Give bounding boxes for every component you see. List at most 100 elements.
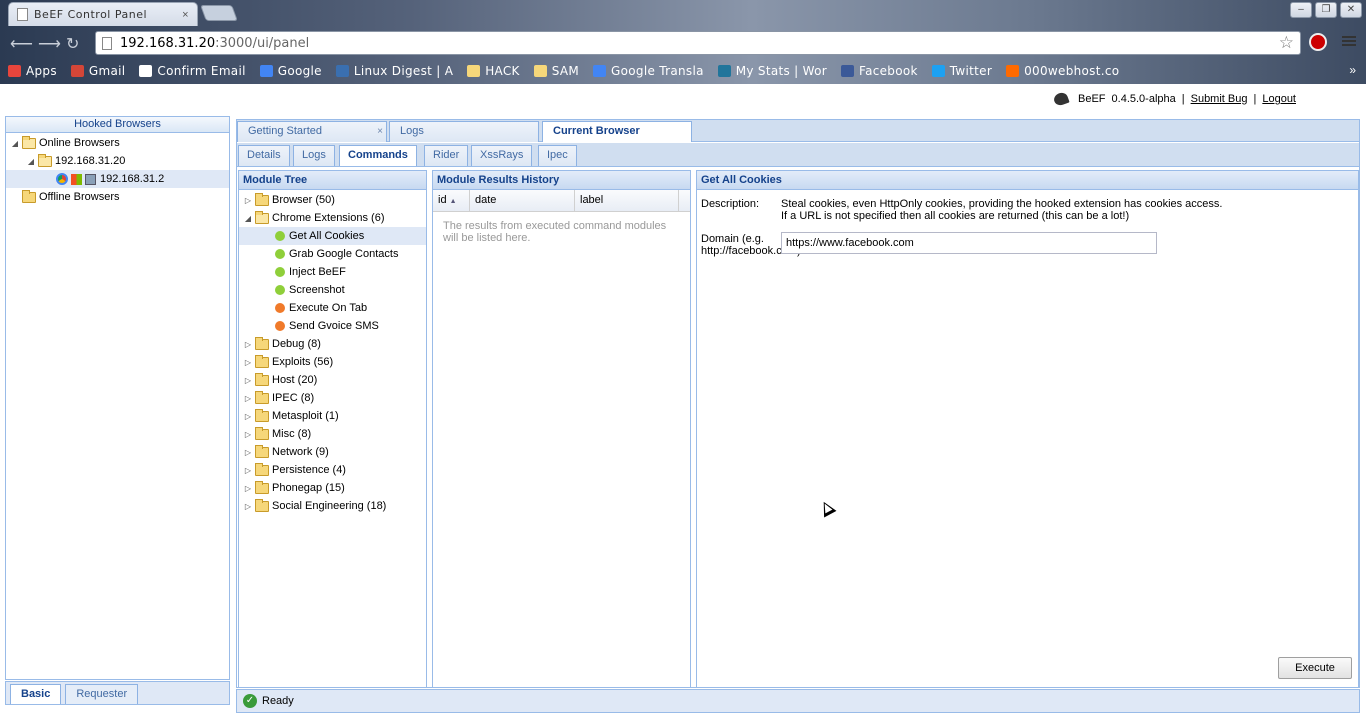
collapsed-arrow-icon[interactable]: ▷: [243, 376, 253, 385]
module-label: Screenshot: [289, 284, 345, 296]
tree-node-category[interactable]: ▷ Debug (8): [239, 335, 426, 353]
reload-icon[interactable]: ↻: [66, 34, 79, 54]
collapsed-arrow-icon[interactable]: ▷: [243, 340, 253, 349]
tab-logs[interactable]: Logs: [293, 145, 335, 166]
expanded-arrow-icon[interactable]: ◢: [243, 214, 253, 223]
module-item[interactable]: Inject BeEF: [239, 263, 426, 281]
module-item[interactable]: Grab Google Contacts: [239, 245, 426, 263]
bookmark-icon: [717, 65, 731, 77]
node-label: Misc (8): [272, 428, 312, 440]
forward-arrow-icon[interactable]: ⟶: [38, 34, 61, 54]
empty-results-text: The results from executed command module…: [443, 220, 667, 244]
domain-input[interactable]: [781, 232, 1157, 254]
tree-node-category[interactable]: ▷ Host (20): [239, 371, 426, 389]
node-label: Host (20): [272, 374, 318, 386]
execute-button[interactable]: Execute: [1278, 657, 1352, 679]
tree-node-category[interactable]: ▷ Exploits (56): [239, 353, 426, 371]
bookmark-item[interactable]: Confirm Email: [139, 64, 245, 78]
node-label: IPEC (8): [272, 392, 315, 404]
tab-details[interactable]: Details: [238, 145, 290, 166]
bookmark-icon: [8, 65, 21, 77]
collapsed-arrow-icon[interactable]: ▷: [243, 448, 253, 457]
tab-basic[interactable]: Basic: [10, 684, 62, 704]
close-window-button[interactable]: ✕: [1340, 2, 1362, 18]
module-item[interactable]: Execute On Tab: [239, 299, 426, 317]
tree-node-category[interactable]: ▷ Misc (8): [239, 425, 426, 443]
tab-ipec[interactable]: Ipec: [538, 145, 577, 166]
submit-bug-link[interactable]: Submit Bug: [1191, 93, 1248, 105]
tree-node-hooked-client[interactable]: 192.168.31.2: [6, 170, 229, 188]
expanded-arrow-icon[interactable]: ◢: [10, 139, 20, 148]
bookmark-item[interactable]: Google: [259, 64, 322, 78]
module-item[interactable]: Get All Cookies: [239, 227, 426, 245]
tree-node-category[interactable]: ▷ IPEC (8): [239, 389, 426, 407]
tab-getting-started[interactable]: Getting Started ×: [237, 121, 387, 142]
browser-tab[interactable]: BeEF Control Panel ×: [8, 2, 198, 26]
bookmark-item[interactable]: Facebook: [840, 64, 918, 78]
collapsed-arrow-icon[interactable]: ▷: [243, 466, 253, 475]
tab-logs[interactable]: Logs: [389, 121, 539, 142]
close-icon[interactable]: ×: [377, 122, 383, 141]
expanded-arrow-icon[interactable]: ◢: [26, 157, 36, 166]
tree-node-category[interactable]: ▷ Social Engineering (18): [239, 497, 426, 515]
bookmark-star-icon[interactable]: ☆: [1279, 33, 1294, 53]
more-bookmarks-icon[interactable]: »: [1349, 63, 1356, 77]
domain-row: Domain (e.g. http://facebook.com):: [701, 232, 1354, 257]
collapsed-arrow-icon[interactable]: ▷: [243, 196, 253, 205]
extension-icon[interactable]: [1309, 33, 1327, 51]
collapsed-arrow-icon[interactable]: ▷: [243, 430, 253, 439]
collapsed-arrow-icon[interactable]: ▷: [243, 394, 253, 403]
tab-requester[interactable]: Requester: [65, 684, 139, 704]
folder-open-icon: [255, 210, 269, 224]
column-date[interactable]: date: [470, 190, 575, 211]
module-label: Inject BeEF: [289, 266, 346, 278]
address-bar[interactable]: 192.168.31.20:3000/ui/panel ☆: [95, 31, 1301, 55]
new-tab-button[interactable]: [200, 5, 238, 21]
collapsed-arrow-icon[interactable]: ▷: [243, 358, 253, 367]
close-tab-icon[interactable]: ×: [182, 9, 189, 21]
minimize-button[interactable]: –: [1290, 2, 1312, 18]
tree-node-host[interactable]: ◢ 192.168.31.20: [6, 152, 229, 170]
collapsed-arrow-icon[interactable]: ▷: [243, 412, 253, 421]
bookmark-item[interactable]: Google Transla: [593, 64, 704, 78]
tree-node-category[interactable]: ▷ Network (9): [239, 443, 426, 461]
menu-icon[interactable]: [1342, 34, 1356, 48]
tab-current-browser[interactable]: Current Browser: [542, 121, 692, 142]
west-tabbar: Basic Requester: [5, 681, 230, 705]
tree-node-category[interactable]: ▷ Persistence (4): [239, 461, 426, 479]
column-id[interactable]: id ▲: [433, 190, 470, 211]
folder-icon: [255, 192, 269, 206]
module-label: Grab Google Contacts: [289, 248, 399, 260]
tree-node-category[interactable]: ▷ Phonegap (15): [239, 479, 426, 497]
tab-label: Getting Started: [248, 125, 322, 137]
column-label[interactable]: label: [575, 190, 679, 211]
tree-node-chrome-extensions[interactable]: ◢ Chrome Extensions (6): [239, 209, 426, 227]
logout-link[interactable]: Logout: [1262, 93, 1296, 105]
bookmark-item[interactable]: Apps: [8, 64, 57, 78]
tree-node-browser[interactable]: ▷ Browser (50): [239, 191, 426, 209]
bookmark-item[interactable]: 000webhost.co: [1006, 64, 1119, 78]
tree-node-offline[interactable]: Offline Browsers: [6, 188, 229, 206]
description-label: Description:: [701, 198, 760, 210]
collapsed-arrow-icon[interactable]: ▷: [243, 502, 253, 511]
tree-node-category[interactable]: ▷ Metasploit (1): [239, 407, 426, 425]
tree-node-online[interactable]: ◢ Online Browsers: [6, 134, 229, 152]
tab-commands[interactable]: Commands: [339, 145, 417, 166]
bookmark-item[interactable]: Linux Digest | A: [335, 64, 453, 78]
module-item[interactable]: Send Gvoice SMS: [239, 317, 426, 335]
bookmark-item[interactable]: My Stats | Wor: [717, 64, 827, 78]
restore-button[interactable]: ❐: [1315, 2, 1337, 18]
bookmark-label: Gmail: [88, 64, 126, 78]
collapsed-arrow-icon[interactable]: ▷: [243, 484, 253, 493]
bookmark-item[interactable]: HACK: [467, 64, 519, 78]
back-arrow-icon[interactable]: ⟵: [10, 34, 33, 54]
module-item[interactable]: Screenshot: [239, 281, 426, 299]
node-label: Browser (50): [272, 194, 335, 206]
bookmark-item[interactable]: Gmail: [70, 64, 126, 78]
main-panel: Getting Started × Logs Current Browser D…: [236, 119, 1360, 688]
tab-rider[interactable]: Rider: [424, 145, 469, 166]
bookmark-item[interactable]: Twitter: [931, 64, 992, 78]
window-controls: – ❐ ✕: [1290, 2, 1362, 18]
bookmark-item[interactable]: SAM: [533, 64, 579, 78]
tab-xssrays[interactable]: XssRays: [471, 145, 533, 166]
